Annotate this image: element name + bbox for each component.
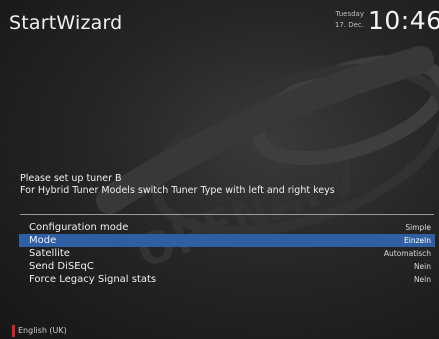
config-value: Einzeln [404,236,431,245]
config-label: Satellite [29,248,70,259]
config-label: Mode [29,235,57,246]
config-row-configuration-mode[interactable]: Configuration mode Simple [19,221,435,234]
date-value: 17. Dec. [334,21,364,29]
wizard-screen: OPENATV StartWizard Tuesday 17. Dec. 10:… [0,0,439,339]
config-value: Simple [405,223,431,232]
config-label: Configuration mode [29,222,129,233]
config-row-satellite[interactable]: Satellite Automatisch [19,247,435,260]
wizard-message: Please set up tuner B For Hybrid Tuner M… [20,173,430,197]
config-label: Send DiSEqC [29,261,94,272]
language-indicator[interactable]: English (UK) [18,326,67,335]
message-line-2: For Hybrid Tuner Models switch Tuner Typ… [20,185,335,196]
config-label: Force Legacy Signal stats [29,274,157,285]
config-value: Nein [413,275,431,284]
config-row-send-diseqc[interactable]: Send DiSEqC Nein [19,260,435,273]
config-list: Configuration mode Simple Mode Einzeln S… [19,221,435,286]
date-display: Tuesday 17. Dec. [318,9,364,31]
openatv-watermark-logo: OPENATV [96,46,439,279]
language-marker [12,325,15,337]
config-row-mode[interactable]: Mode Einzeln [19,234,435,247]
page-title: StartWizard [9,12,123,34]
divider [20,214,434,215]
date-day: Tuesday [335,10,364,18]
config-row-force-legacy-signal-stats[interactable]: Force Legacy Signal stats Nein [19,273,435,286]
message-line-1: Please set up tuner B [20,173,122,184]
clock: 10:46 [368,6,439,35]
config-value: Automatisch [383,249,431,258]
config-value: Nein [413,262,431,271]
